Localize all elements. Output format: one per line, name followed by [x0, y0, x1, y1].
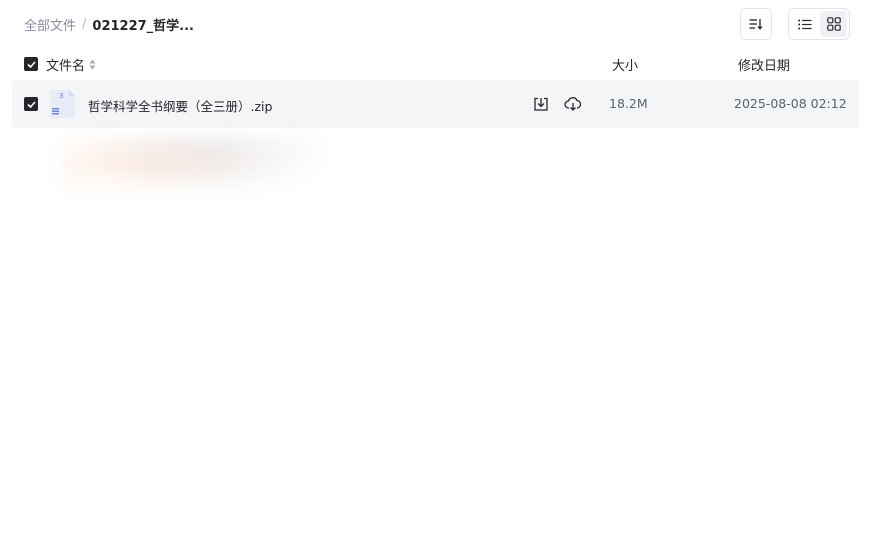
view-mode-toggle — [788, 8, 850, 40]
grid-view-button[interactable] — [820, 11, 847, 37]
download-icon — [534, 97, 548, 111]
breadcrumb: 全部文件 / 021227_哲学... — [24, 15, 194, 34]
column-header-date[interactable]: 修改日期 — [738, 55, 790, 74]
zip-file-icon: 3 — [47, 89, 77, 119]
checkmark-icon — [26, 100, 36, 108]
grid-view-icon — [826, 17, 841, 31]
list-view-button[interactable] — [791, 11, 818, 37]
list-view-icon — [797, 19, 811, 29]
svg-text:3: 3 — [59, 92, 63, 100]
sort-button[interactable] — [740, 8, 772, 40]
file-size: 18.2M — [609, 96, 648, 111]
download-button[interactable] — [532, 95, 550, 113]
file-modified-date: 2025-08-08 02:12 — [734, 96, 847, 111]
breadcrumb-current: 021227_哲学... — [92, 18, 194, 34]
column-name-label: 文件名 — [46, 59, 86, 74]
file-browser: 全部文件 / 021227_哲学... 文件名 大小 修改日期 3 哲学科学全书… — [0, 0, 874, 538]
breadcrumb-root[interactable]: 全部文件 — [24, 15, 76, 34]
cloud-save-icon — [564, 97, 582, 111]
column-header-size[interactable]: 大小 — [612, 55, 638, 74]
table-row[interactable]: 3 哲学科学全书纲要（全三册）.zip 18.2M 2025-08-08 02:… — [12, 80, 859, 128]
breadcrumb-separator: / — [82, 16, 87, 32]
sort-caret-icon — [89, 59, 96, 70]
sort-icon — [749, 19, 763, 30]
select-all-checkbox[interactable] — [24, 57, 38, 71]
column-header-name[interactable]: 文件名 — [46, 55, 96, 74]
file-name[interactable]: 哲学科学全书纲要（全三册）.zip — [88, 96, 272, 115]
save-to-cloud-button[interactable] — [564, 95, 582, 113]
table-header: 文件名 大小 修改日期 — [12, 50, 859, 78]
checkmark-icon — [26, 60, 36, 68]
row-checkbox[interactable] — [24, 97, 38, 111]
blurred-artifact — [60, 135, 330, 205]
